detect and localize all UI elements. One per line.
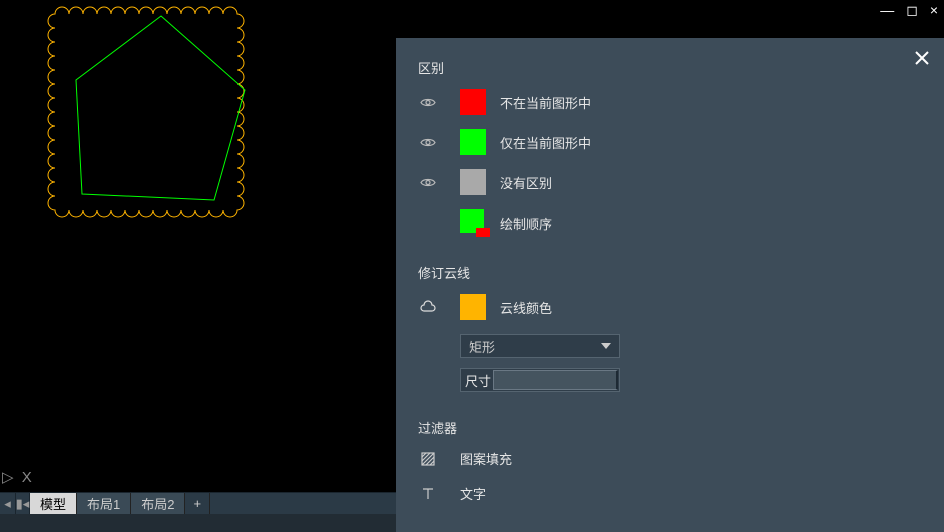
filter-text-row[interactable]: 文字 [418,484,928,503]
layout-tabs: ◂ ▮◂ 模型 布局1 布局2 + [0,492,396,514]
visibility-toggle-no-difference[interactable] [418,172,438,192]
row-only-in-current: 仅在当前图形中 [418,129,928,155]
window-controls: — ◻ × [876,0,944,19]
green-pentagon [76,16,245,200]
eye-icon [420,97,436,108]
filter-text-label: 文字 [460,484,486,503]
status-bar [0,514,396,532]
color-swatch-only-in-current[interactable] [460,129,486,155]
tab-layout1[interactable]: 布局1 [77,493,131,515]
eye-icon [420,137,436,148]
filter-hatch-label: 图案填充 [460,449,512,468]
close-window-button[interactable]: × [926,2,942,19]
color-swatch-not-in-current[interactable] [460,89,486,115]
cloud-icon [419,300,437,314]
eye-icon [420,177,436,188]
dropdown-value: 矩形 [469,337,495,356]
row-no-difference: 没有区别 [418,169,928,195]
color-swatch-cloud[interactable] [460,294,486,320]
ucs-arrow-icon: ▷ [2,468,16,486]
chevron-down-icon [601,343,611,349]
section-filter-title: 过滤器 [418,418,928,437]
row-not-in-current: 不在当前图形中 [418,89,928,115]
cloud-shape-dropdown[interactable]: 矩形 [460,334,620,358]
label-cloud-color: 云线颜色 [500,298,552,317]
draw-order-swatch[interactable] [460,209,490,237]
filter-hatch-row[interactable]: 图案填充 [418,449,928,468]
row-draw-order: 绘制顺序 [418,209,928,237]
ucs-x-axis-label: X [22,469,34,486]
visibility-toggle-only-in-current[interactable] [418,132,438,152]
size-prefix-label: 尺寸 [461,371,493,390]
label-not-in-current: 不在当前图形中 [500,93,591,112]
cloud-size-input[interactable]: 尺寸 [460,368,620,392]
text-icon [418,486,438,502]
section-cloud-title: 修订云线 [418,263,928,282]
minimize-button[interactable]: — [876,2,898,19]
canvas-svg [0,0,390,480]
visibility-toggle-not-in-current[interactable] [418,92,438,112]
drawing-canvas[interactable] [0,0,390,480]
hatch-icon [418,451,438,467]
label-only-in-current: 仅在当前图形中 [500,133,591,152]
color-swatch-no-difference[interactable] [460,169,486,195]
cloud-toggle[interactable] [418,297,438,317]
tab-layout2[interactable]: 布局2 [131,493,185,515]
tab-model[interactable]: 模型 [30,493,77,515]
panel-close-button[interactable] [914,50,930,66]
row-cloud-size: 尺寸 [418,368,928,392]
layout-first-button[interactable]: ▮◂ [16,493,30,515]
size-value-field[interactable] [493,370,618,390]
row-cloud-color: 云线颜色 [418,294,928,320]
close-icon [914,50,930,66]
label-draw-order: 绘制顺序 [500,214,552,233]
maximize-button[interactable]: ◻ [902,2,922,19]
ucs-icon: ▷ X [2,468,34,486]
compare-panel: 区别 不在当前图形中 仅在当前图形中 没有区别 绘制顺序 修订云线 云线颜色 [396,38,944,532]
tab-add-button[interactable]: + [185,493,210,515]
section-difference-title: 区别 [418,58,928,77]
row-cloud-shape: 矩形 [418,334,928,358]
label-no-difference: 没有区别 [500,173,552,192]
layout-prev-button[interactable]: ◂ [0,493,16,515]
